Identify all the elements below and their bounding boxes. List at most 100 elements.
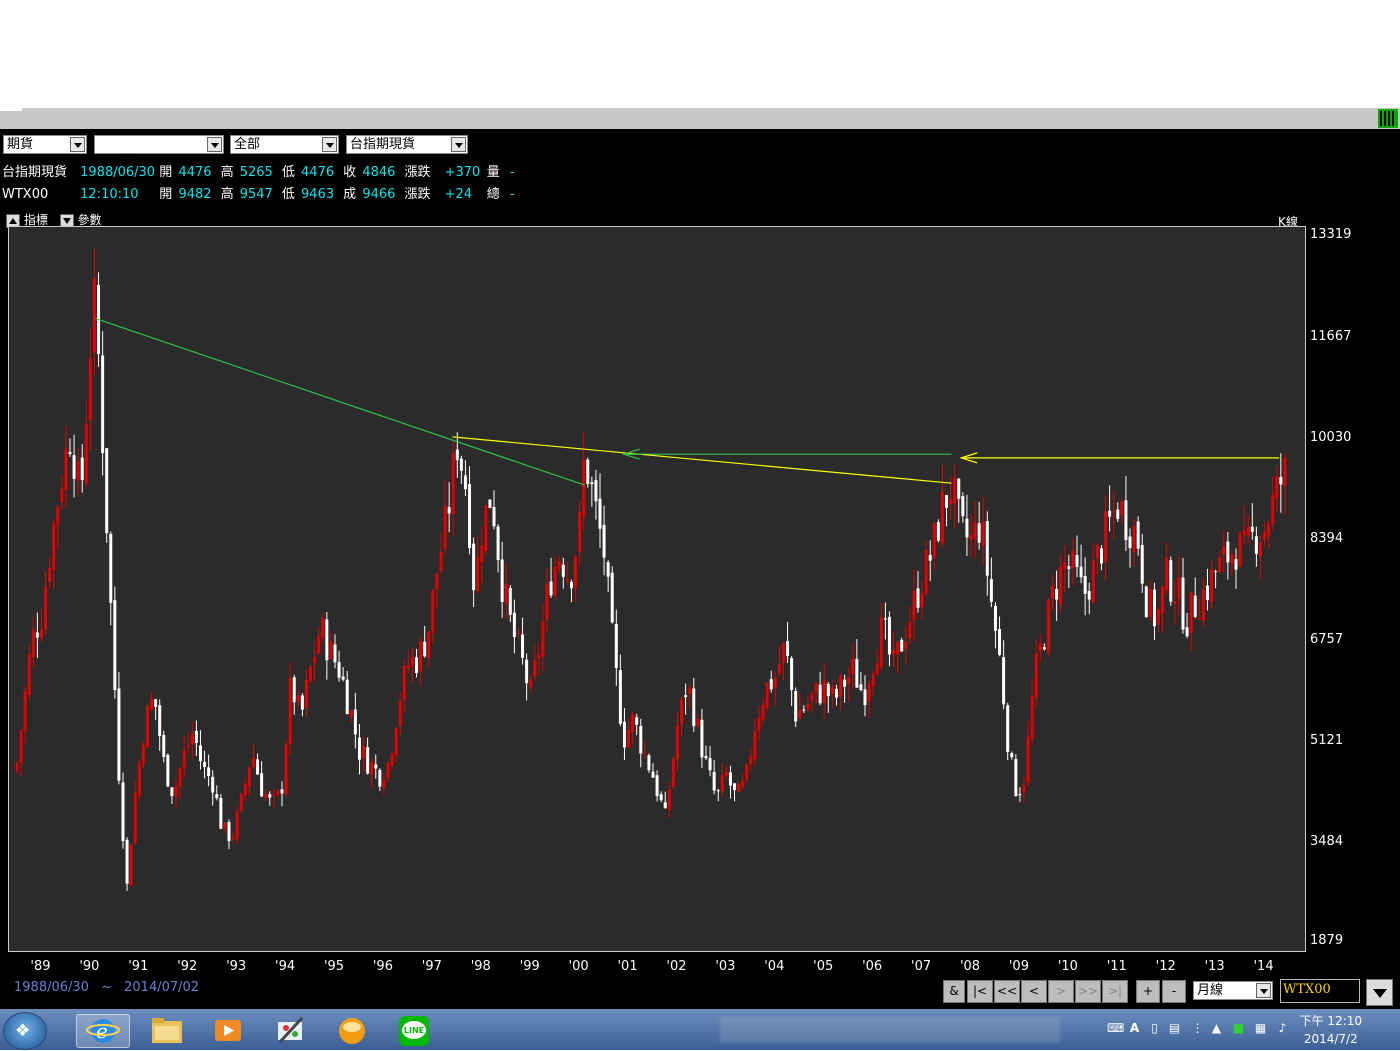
candle-up xyxy=(247,767,251,787)
candle-down xyxy=(521,634,525,658)
candle-up xyxy=(851,658,855,675)
candle-up xyxy=(1246,526,1250,536)
zoom-out-button[interactable]: - xyxy=(1162,980,1186,1003)
candle-down xyxy=(802,709,806,711)
candle-up xyxy=(973,521,977,539)
y-tick-label: 1879 xyxy=(1310,933,1344,948)
x-tick-label: '91 xyxy=(128,959,149,974)
chevron-down-icon[interactable] xyxy=(322,137,337,152)
candle-down xyxy=(887,616,891,655)
candle-down xyxy=(215,794,219,799)
dropdown-arrow-icon[interactable] xyxy=(1366,979,1393,1006)
quote-row[interactable]: WTX00 12:10:10 開 9482 高 9547 低 9463 成 94… xyxy=(2,186,515,204)
volume-icon[interactable]: ♪ xyxy=(1275,1021,1290,1036)
candle-up xyxy=(806,703,810,710)
ball-app-icon[interactable] xyxy=(326,1014,378,1046)
explorer-folder-icon[interactable] xyxy=(140,1014,192,1046)
paint-icon[interactable] xyxy=(264,1014,316,1046)
quote-row[interactable]: 台指期現貨 1988/06/30 開 4476 高 5265 低 4476 收 … xyxy=(2,164,515,182)
candle-up xyxy=(451,453,455,515)
candle-down xyxy=(341,676,345,680)
window-icon[interactable]: ▯ xyxy=(1147,1021,1162,1036)
candle-down xyxy=(345,679,349,715)
step-back-button[interactable]: < xyxy=(1021,980,1047,1003)
chevron-down-icon[interactable] xyxy=(1256,983,1271,998)
period-select[interactable]: 月線 xyxy=(1193,981,1273,1000)
candle-up xyxy=(313,656,317,663)
ie-icon[interactable]: e xyxy=(76,1014,130,1048)
candle-down xyxy=(700,719,704,758)
candle-down xyxy=(500,559,504,602)
first-button[interactable]: |< xyxy=(967,980,993,1003)
language-bar-icon[interactable]: ⌨ xyxy=(1107,1021,1124,1036)
show-hidden-icons[interactable]: ▲ xyxy=(1209,1021,1224,1036)
last-button[interactable]: >| xyxy=(1102,980,1128,1003)
candle-up xyxy=(1095,545,1099,559)
media-player-icon[interactable] xyxy=(202,1014,254,1046)
chevron-down-icon[interactable] xyxy=(207,137,222,152)
candle-down xyxy=(716,790,720,792)
candle-up xyxy=(765,682,769,708)
indicator-label[interactable]: 指標 xyxy=(24,213,48,227)
candle-up xyxy=(814,682,818,693)
candle-up xyxy=(92,278,96,353)
candle-down xyxy=(569,581,573,589)
candle-up xyxy=(52,522,56,570)
candle-down xyxy=(1136,521,1140,549)
candle-up xyxy=(321,618,325,638)
taskbar-clock[interactable]: 下午 12:10 2014/7/2 xyxy=(1300,1012,1362,1048)
symbol-select[interactable]: 台指期現貨 xyxy=(346,135,468,154)
start-button[interactable]: ❖ xyxy=(3,1012,47,1050)
y-tick-label: 5121 xyxy=(1310,732,1344,748)
page-forward-button[interactable]: >> xyxy=(1075,980,1101,1003)
candle-up xyxy=(578,511,582,552)
high-label: 高 xyxy=(220,187,234,202)
category-select[interactable]: 全部 xyxy=(230,135,339,154)
candle-up xyxy=(879,617,883,668)
param-label[interactable]: 參數 xyxy=(78,213,102,227)
candle-up xyxy=(949,498,953,505)
candle-down xyxy=(105,448,109,534)
range-start: 1988/06/30 xyxy=(14,980,89,995)
price-chart[interactable] xyxy=(8,226,1306,952)
ime-options-icon[interactable]: ⋮ xyxy=(1190,1021,1205,1036)
candle-up xyxy=(317,636,321,654)
network-icon[interactable]: ▦ xyxy=(1253,1021,1268,1036)
x-tick-label: '12 xyxy=(1155,959,1176,974)
step-forward-button[interactable]: > xyxy=(1048,980,1074,1003)
candle-up xyxy=(137,762,141,796)
candle-down xyxy=(859,684,863,691)
candle-up xyxy=(231,837,235,840)
line-app-icon[interactable]: LINE xyxy=(388,1014,440,1046)
ime-icon[interactable]: ▤ xyxy=(1167,1021,1182,1036)
candle-up xyxy=(757,717,761,732)
x-tick-label: '11 xyxy=(1106,959,1127,974)
chevron-down-icon[interactable] xyxy=(451,137,466,152)
annotation-trendline[interactable] xyxy=(452,436,952,484)
candle-down xyxy=(826,683,830,697)
candle-up xyxy=(60,488,64,503)
link-button[interactable]: & xyxy=(943,980,965,1003)
zoom-in-button[interactable]: + xyxy=(1136,980,1160,1003)
candle-up xyxy=(761,705,765,720)
candle-up xyxy=(724,771,728,777)
candle-down xyxy=(357,737,361,760)
candle-up xyxy=(1034,653,1038,698)
chart-svg[interactable] xyxy=(9,227,1305,951)
product-select[interactable]: 全商品 (ALL) xyxy=(94,135,224,169)
market-select[interactable]: 期貨 xyxy=(3,135,87,154)
symbol-code-input[interactable]: WTX00 xyxy=(1280,979,1360,1003)
open-value: 4476 xyxy=(178,165,212,180)
font-icon[interactable]: A xyxy=(1127,1021,1142,1036)
candle-down xyxy=(154,699,158,707)
grid-icon[interactable] xyxy=(1378,109,1398,128)
candle-up xyxy=(1218,556,1222,573)
annotation-trendline[interactable] xyxy=(95,317,585,486)
candle-down xyxy=(843,679,847,687)
clock-time: 下午 12:10 xyxy=(1299,1014,1362,1028)
candle-up xyxy=(896,642,900,655)
line-tray-icon[interactable]: ■ xyxy=(1231,1021,1246,1036)
page-back-button[interactable]: << xyxy=(994,980,1020,1003)
chevron-down-icon[interactable] xyxy=(70,137,85,152)
candle-up xyxy=(410,657,414,666)
